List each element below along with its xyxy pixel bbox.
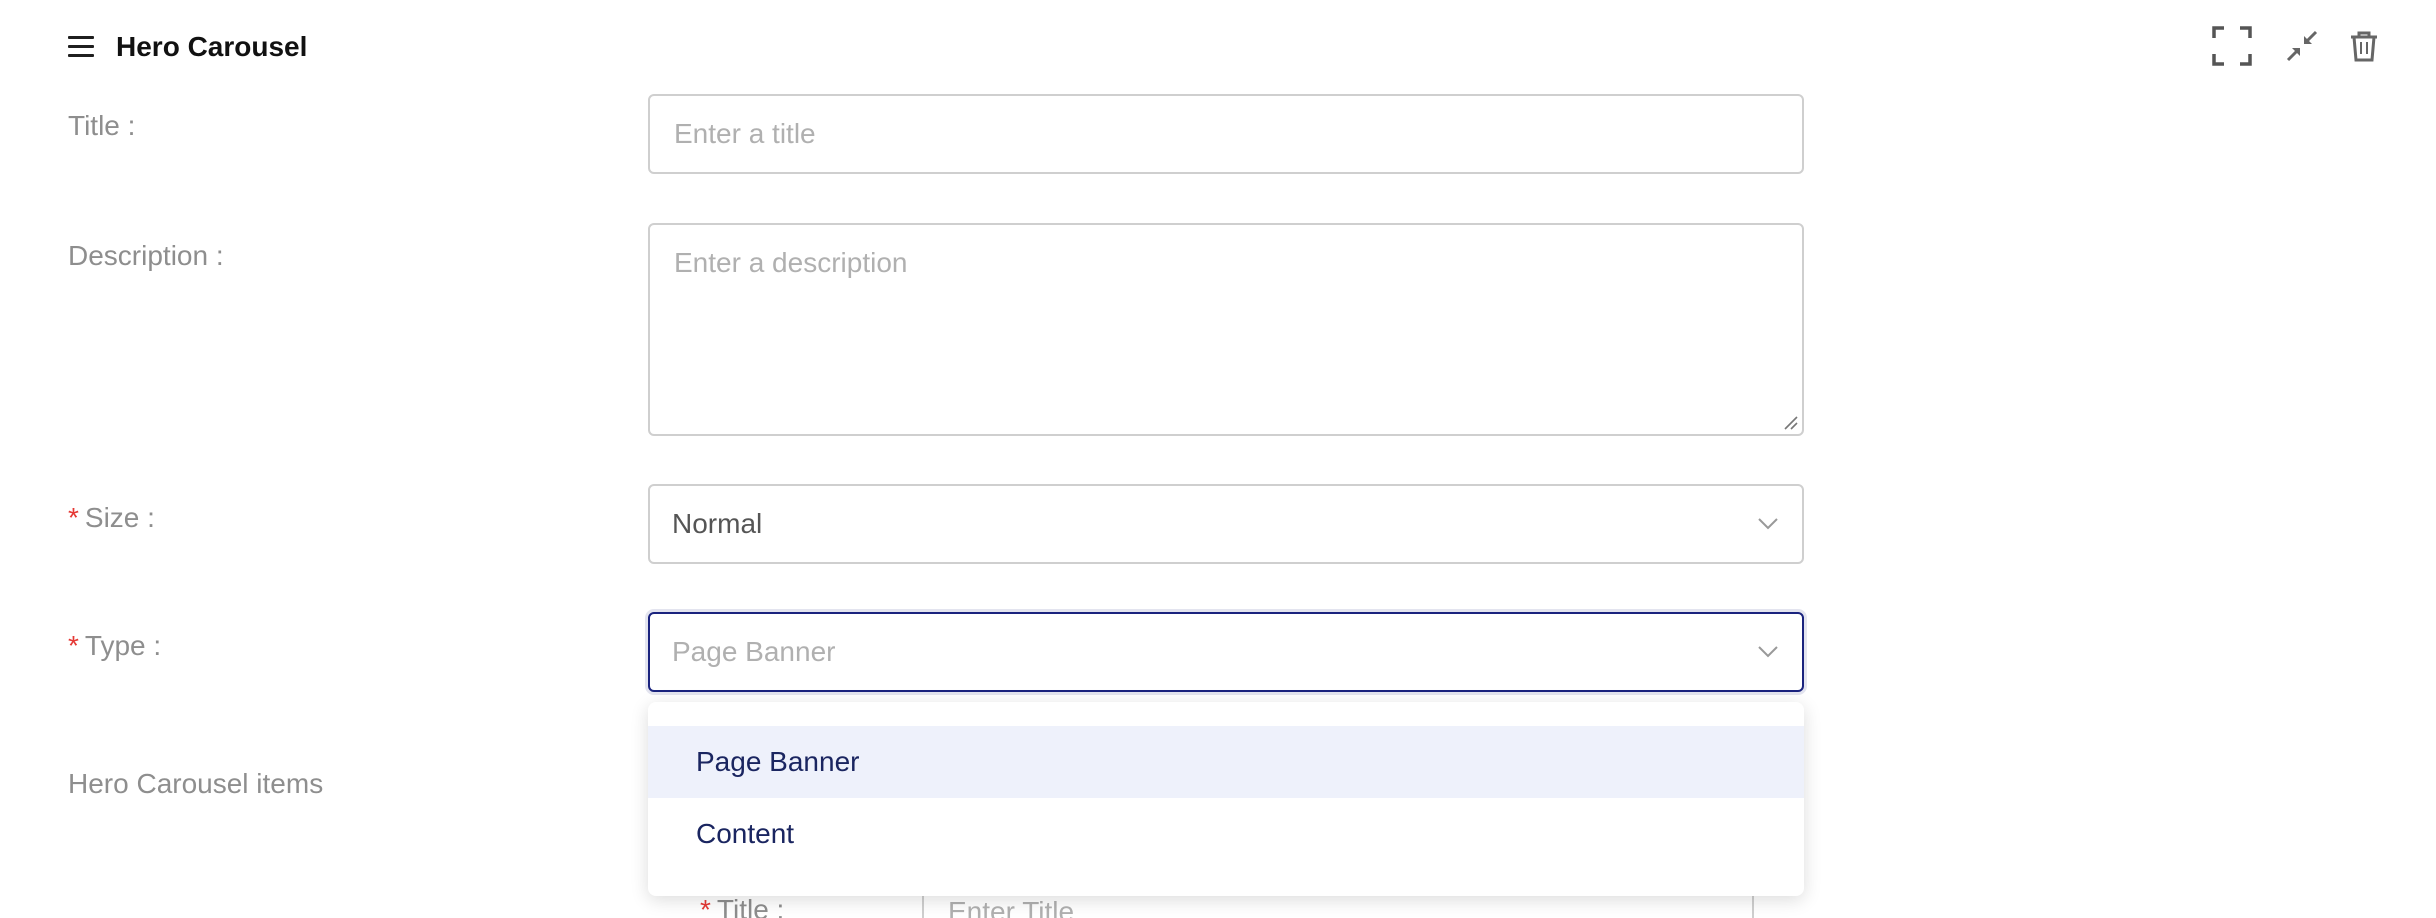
size-select-value: Normal — [672, 508, 763, 539]
type-select[interactable]: Page Banner — [648, 612, 1804, 692]
type-dropdown-menu: Page Banner Content — [648, 702, 1804, 896]
dropdown-option-content[interactable]: Content — [648, 798, 1804, 870]
dropdown-option-page-banner[interactable]: Page Banner — [648, 726, 1804, 798]
required-mark: * — [700, 894, 711, 918]
title-field-wrapper — [648, 94, 1804, 174]
page: Hero Carousel Title : Description : — [0, 0, 2436, 918]
title-input[interactable] — [650, 96, 1802, 172]
hamburger-menu-icon[interactable] — [68, 34, 96, 58]
size-select[interactable]: Normal — [648, 484, 1804, 564]
required-mark: * — [68, 630, 79, 661]
resize-handle-icon[interactable] — [1782, 414, 1798, 430]
description-field-wrapper — [648, 223, 1804, 436]
type-select-placeholder: Page Banner — [672, 636, 836, 667]
nested-title-placeholder: Enter Title — [948, 896, 1075, 918]
chevron-down-icon — [1756, 512, 1780, 536]
hero-carousel-items-label: Hero Carousel items — [68, 768, 324, 799]
required-mark: * — [68, 502, 79, 533]
nested-title-label: * Title : — [700, 894, 784, 918]
description-label: Description : — [68, 240, 224, 271]
chevron-down-icon — [1756, 640, 1780, 664]
size-label: * Size : — [68, 502, 155, 533]
description-textarea[interactable] — [650, 225, 1802, 434]
page-title: Hero Carousel — [116, 31, 308, 62]
collapse-icon[interactable] — [2280, 24, 2324, 68]
trash-icon[interactable] — [2342, 24, 2386, 68]
fullscreen-icon[interactable] — [2210, 24, 2254, 68]
title-label: Title : — [68, 110, 136, 141]
type-label: * Type : — [68, 630, 162, 661]
